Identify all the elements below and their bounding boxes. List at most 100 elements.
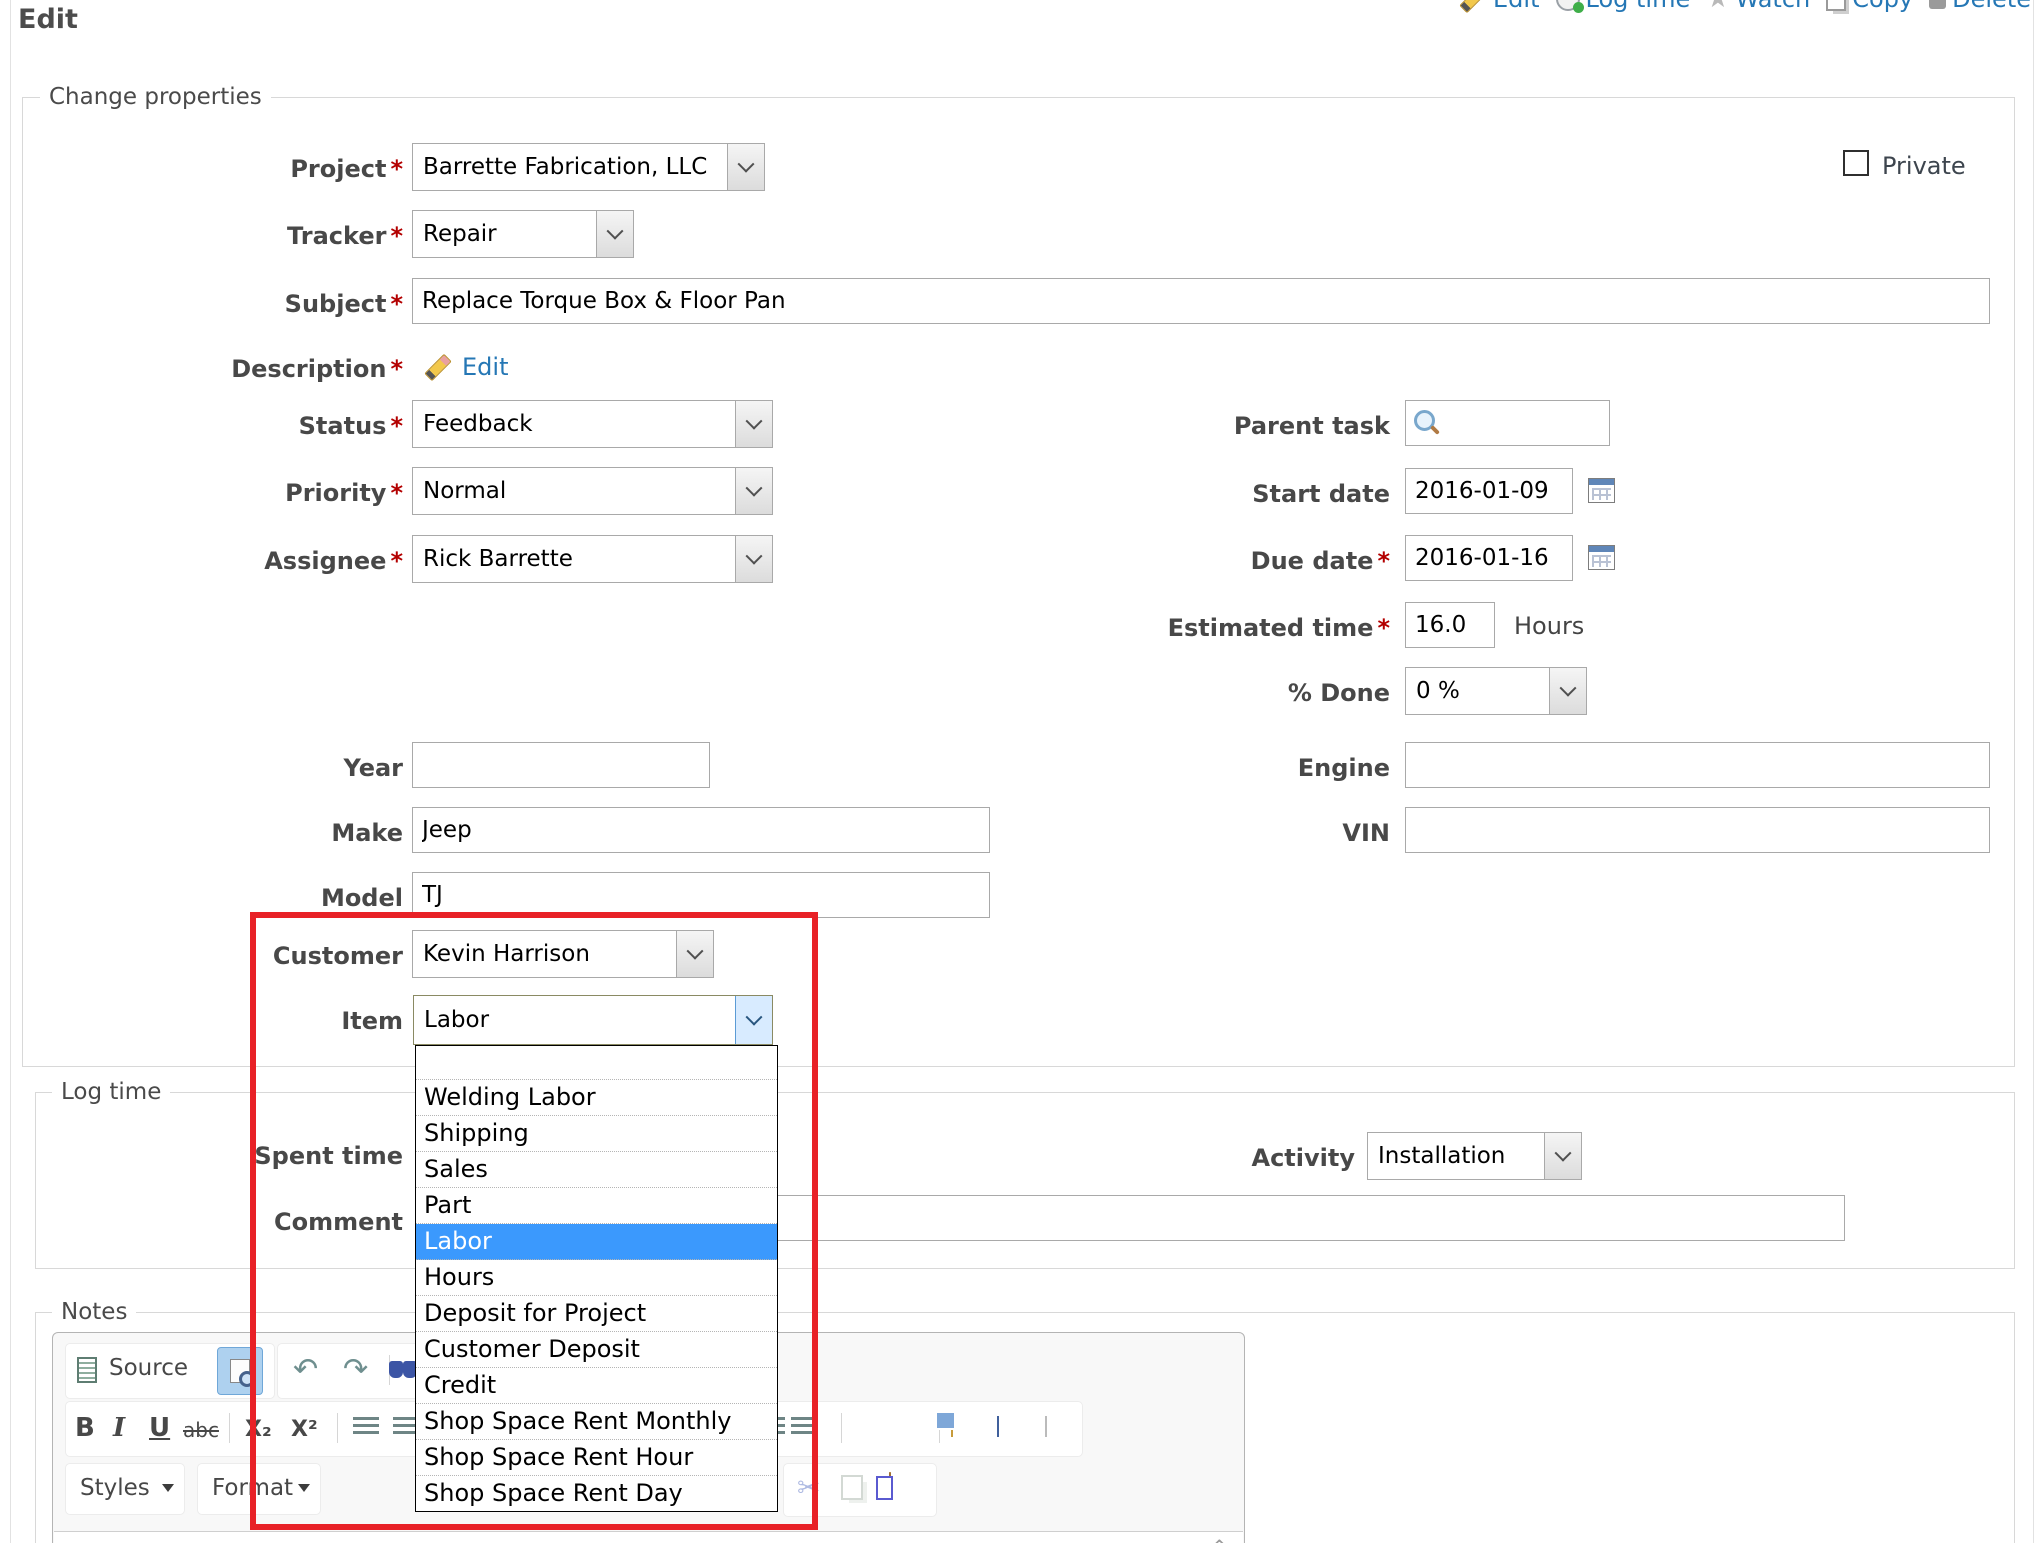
format-dropdown-label: Format bbox=[212, 1475, 293, 1501]
assignee-select[interactable]: Rick Barrette bbox=[412, 535, 773, 583]
preview-button[interactable] bbox=[217, 1347, 263, 1395]
tracker-select[interactable]: Repair bbox=[412, 210, 634, 258]
trash-icon bbox=[1929, 0, 1946, 9]
project-select[interactable]: Barrette Fabrication, LLC bbox=[412, 143, 765, 191]
dropdown-option[interactable]: Sales bbox=[416, 1152, 777, 1188]
dropdown-option[interactable]: Hours bbox=[416, 1260, 777, 1296]
delete-action-link[interactable]: Delete bbox=[1929, 0, 2031, 13]
description-edit-link[interactable]: Edit bbox=[462, 353, 508, 381]
source-button[interactable]: Source bbox=[109, 1355, 188, 1381]
pencil-icon bbox=[1459, 0, 1487, 13]
percent-done-select[interactable]: 0 % bbox=[1405, 667, 1587, 715]
content-left-border bbox=[10, 0, 11, 1543]
superscript-button[interactable]: X² bbox=[291, 1417, 318, 1442]
insert-image-icon[interactable] bbox=[951, 1416, 953, 1437]
chevron-down-icon[interactable] bbox=[1544, 1133, 1581, 1179]
customer-value: Kevin Harrison bbox=[423, 941, 590, 967]
redo-button[interactable]: ↷ bbox=[343, 1355, 368, 1385]
watch-action-label: Watch bbox=[1736, 0, 1811, 13]
spent-time-label: Spent time bbox=[58, 1142, 403, 1170]
make-input[interactable] bbox=[412, 807, 990, 853]
dropdown-option[interactable]: Welding Labor bbox=[416, 1080, 777, 1116]
dropdown-option[interactable]: Shop Space Rent Hour bbox=[416, 1440, 777, 1476]
chevron-down-icon[interactable] bbox=[1549, 668, 1586, 714]
edit-action-link[interactable]: Edit bbox=[1459, 0, 1539, 13]
chevron-down-icon bbox=[298, 1484, 310, 1492]
dropdown-option[interactable]: Part bbox=[416, 1188, 777, 1224]
styles-dropdown[interactable]: Styles bbox=[65, 1463, 185, 1515]
notes-editing-area[interactable] bbox=[54, 1531, 1243, 1543]
year-label: Year bbox=[58, 754, 403, 782]
log-time-action-link[interactable]: Log time bbox=[1556, 0, 1691, 13]
chevron-down-icon[interactable] bbox=[735, 468, 772, 514]
dropdown-option[interactable] bbox=[416, 1046, 777, 1080]
estimated-time-input[interactable] bbox=[1405, 602, 1495, 648]
numbered-list-icon[interactable] bbox=[353, 1417, 379, 1437]
dropdown-option-selected[interactable]: Labor bbox=[416, 1224, 777, 1260]
private-label: Private bbox=[1882, 152, 1966, 180]
copy-icon[interactable] bbox=[841, 1475, 863, 1500]
engine-input[interactable] bbox=[1405, 742, 1990, 788]
item-value: Labor bbox=[424, 1007, 489, 1033]
log-time-fieldset bbox=[35, 1092, 2015, 1269]
chevron-down-icon[interactable] bbox=[735, 536, 772, 582]
model-input[interactable] bbox=[412, 872, 990, 918]
dropdown-option[interactable]: Shop Space Rent Day bbox=[416, 1476, 777, 1511]
item-label: Item bbox=[58, 1007, 403, 1035]
subject-input[interactable] bbox=[412, 278, 1990, 324]
cut-icon[interactable]: ✂ bbox=[797, 1471, 820, 1504]
private-checkbox[interactable] bbox=[1843, 150, 1869, 176]
undo-button[interactable]: ↶ bbox=[293, 1355, 318, 1385]
due-date-input[interactable] bbox=[1405, 535, 1573, 581]
engine-label: Engine bbox=[945, 754, 1390, 782]
chevron-down-icon[interactable] bbox=[596, 211, 633, 257]
customer-label: Customer bbox=[58, 942, 403, 970]
paste-icon[interactable] bbox=[889, 1472, 891, 1493]
tracker-label: Tracker* bbox=[58, 222, 403, 250]
customer-select[interactable]: Kevin Harrison bbox=[412, 930, 714, 978]
strikethrough-button[interactable]: abc bbox=[183, 1418, 219, 1442]
dropdown-option[interactable]: Shipping bbox=[416, 1116, 777, 1152]
underline-button[interactable]: U bbox=[149, 1413, 170, 1443]
insert-table-icon[interactable] bbox=[997, 1416, 999, 1437]
dropdown-option[interactable]: Credit bbox=[416, 1368, 777, 1404]
status-select[interactable]: Feedback bbox=[412, 400, 773, 448]
calendar-icon[interactable] bbox=[1588, 545, 1615, 570]
search-icon bbox=[1414, 410, 1435, 431]
calendar-icon[interactable] bbox=[1588, 478, 1615, 503]
chevron-down-icon[interactable] bbox=[727, 144, 764, 190]
copy-icon bbox=[1826, 0, 1846, 11]
watch-action-link[interactable]: ★ Watch bbox=[1706, 0, 1810, 13]
page-title: Edit bbox=[18, 4, 78, 35]
subscript-button[interactable]: X₂ bbox=[245, 1417, 272, 1442]
styles-dropdown-label: Styles bbox=[80, 1475, 150, 1501]
year-input[interactable] bbox=[412, 742, 710, 788]
chevron-down-icon[interactable] bbox=[676, 931, 713, 977]
issue-action-links: Edit Log time ★ Watch Copy Delete bbox=[1459, 0, 2031, 13]
scroll-up-icon[interactable]: ⌃ bbox=[1211, 1535, 1228, 1543]
priority-select[interactable]: Normal bbox=[412, 467, 773, 515]
activity-select[interactable]: Installation bbox=[1367, 1132, 1582, 1180]
content-right-border bbox=[2033, 0, 2034, 1543]
activity-label: Activity bbox=[910, 1144, 1355, 1172]
copy-action-link[interactable]: Copy bbox=[1826, 0, 1913, 13]
notes-legend: Notes bbox=[52, 1299, 136, 1325]
toolbar-separator bbox=[337, 1413, 338, 1443]
horizontal-rule-icon[interactable] bbox=[1045, 1416, 1047, 1437]
vin-input[interactable] bbox=[1405, 807, 1990, 853]
item-select[interactable]: Labor bbox=[413, 995, 773, 1045]
chevron-down-icon[interactable] bbox=[735, 996, 772, 1044]
justify-block-icon[interactable] bbox=[791, 1417, 817, 1437]
assignee-value: Rick Barrette bbox=[423, 546, 573, 572]
start-date-input[interactable] bbox=[1405, 468, 1573, 514]
dropdown-option[interactable]: Deposit for Project bbox=[416, 1296, 777, 1332]
dropdown-option[interactable]: Shop Space Rent Monthly bbox=[416, 1404, 777, 1440]
parent-task-input[interactable] bbox=[1405, 400, 1610, 446]
format-dropdown[interactable]: Format bbox=[197, 1463, 321, 1515]
project-value: Barrette Fabrication, LLC bbox=[423, 154, 707, 180]
chevron-down-icon[interactable] bbox=[735, 401, 772, 447]
delete-action-label: Delete bbox=[1952, 0, 2031, 13]
italic-button[interactable]: I bbox=[113, 1413, 125, 1443]
bold-button[interactable]: B bbox=[75, 1413, 95, 1443]
dropdown-option[interactable]: Customer Deposit bbox=[416, 1332, 777, 1368]
